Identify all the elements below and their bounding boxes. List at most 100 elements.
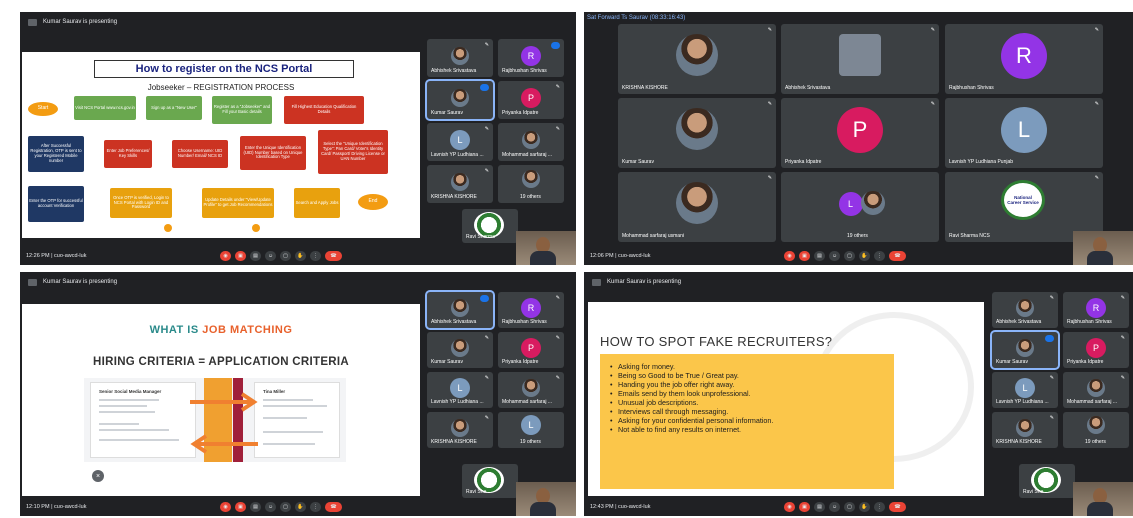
more-options-button[interactable]: ⋮ bbox=[874, 502, 885, 512]
pin-icon[interactable]: ✎ bbox=[1095, 27, 1099, 33]
participant-photo bbox=[522, 169, 540, 188]
camera-off-button[interactable]: ▣ bbox=[235, 502, 246, 512]
end-call-button[interactable]: ☎ bbox=[325, 251, 342, 261]
participant-tile[interactable]: ✎ KRISHNA KISHORE bbox=[427, 412, 493, 448]
pin-icon[interactable]: ✎ bbox=[485, 375, 489, 381]
others-tile[interactable]: L 19 others bbox=[498, 412, 564, 448]
pin-icon[interactable]: ✎ bbox=[1095, 175, 1099, 181]
captions-button[interactable]: ▤ bbox=[814, 251, 825, 261]
participant-tile[interactable]: ✎ Kumar Saurav bbox=[427, 332, 493, 368]
pin-icon[interactable]: ✎ bbox=[1050, 295, 1054, 301]
raise-hand-button[interactable]: ✋ bbox=[859, 251, 870, 261]
raise-hand-button[interactable]: ✋ bbox=[295, 251, 306, 261]
raise-hand-button[interactable]: ✋ bbox=[859, 502, 870, 512]
emoji-button[interactable]: ☺ bbox=[829, 251, 840, 261]
avatar: L bbox=[450, 130, 470, 151]
emoji-button[interactable]: ☺ bbox=[265, 251, 276, 261]
pin-icon[interactable]: ✎ bbox=[485, 168, 489, 174]
end-call-button[interactable]: ☎ bbox=[889, 502, 906, 512]
present-button[interactable]: ▢ bbox=[844, 251, 855, 261]
emoji-button[interactable]: ☺ bbox=[265, 502, 276, 512]
participant-tile[interactable]: Ravi Sha... bbox=[462, 464, 518, 498]
pin-icon[interactable]: ✎ bbox=[768, 101, 772, 107]
pin-icon[interactable]: ✎ bbox=[485, 415, 489, 421]
others-tile[interactable]: 19 others bbox=[1063, 412, 1129, 448]
pin-icon[interactable]: ✎ bbox=[485, 126, 489, 132]
participant-tile[interactable]: R Rajbhushan Shrivas bbox=[498, 39, 564, 77]
emoji-button[interactable]: ☺ bbox=[829, 502, 840, 512]
participant-tile[interactable]: P ✎ Priyanka Idpatre bbox=[498, 332, 564, 368]
participant-tile[interactable]: P ✎ Priyanka Idpatre bbox=[498, 81, 564, 119]
captions-button[interactable]: ▤ bbox=[250, 251, 261, 261]
pin-icon[interactable]: ✎ bbox=[768, 175, 772, 181]
shared-slide: WHAT IS JOB MATCHING HIRING CRITERIA = A… bbox=[22, 304, 420, 496]
mic-off-button[interactable]: ◉ bbox=[220, 502, 231, 512]
participant-tile[interactable]: ✎ Mohammad sarfaraj ... bbox=[498, 123, 564, 161]
pin-icon[interactable]: ✎ bbox=[1121, 295, 1125, 301]
pin-icon[interactable]: ✎ bbox=[556, 295, 560, 301]
captions-button[interactable]: ▤ bbox=[250, 502, 261, 512]
participant-name: Mohammad sarfaraj ... bbox=[502, 399, 553, 405]
participant-tile[interactable]: L ✎ Lavnish YP Ludhiana ... bbox=[427, 372, 493, 408]
participant-tile[interactable]: ✎ KRISHNA KISHORE bbox=[427, 165, 493, 203]
participant-tile[interactable]: Abhishek Srivastava bbox=[425, 290, 495, 330]
pin-icon[interactable]: ✎ bbox=[485, 42, 489, 48]
participant-tile[interactable]: ✎ Abhishek Srivastava bbox=[427, 39, 493, 77]
more-options-button[interactable]: ⋮ bbox=[310, 502, 321, 512]
pin-icon[interactable]: ✎ bbox=[556, 126, 560, 132]
participant-tile[interactable]: L ✎ Lavnish YP Ludhiana Punjab bbox=[945, 98, 1103, 168]
present-button[interactable]: ▢ bbox=[844, 502, 855, 512]
participant-tile[interactable]: P ✎ Priyanka Idpatre bbox=[781, 98, 939, 168]
raise-hand-button[interactable]: ✋ bbox=[295, 502, 306, 512]
participant-photo bbox=[522, 130, 540, 149]
camera-off-button[interactable]: ▣ bbox=[235, 251, 246, 261]
participant-tile[interactable]: ✎ KRISHNA KISHORE bbox=[992, 412, 1058, 448]
pin-icon[interactable]: ✎ bbox=[1121, 335, 1125, 341]
end-call-button[interactable]: ☎ bbox=[325, 502, 342, 512]
pin-icon[interactable]: ✎ bbox=[556, 375, 560, 381]
participant-tile[interactable]: ✎ KRISHNA KISHORE bbox=[618, 24, 776, 94]
pin-icon[interactable]: ✎ bbox=[1095, 101, 1099, 107]
participant-tile[interactable]: Kumar Saurav bbox=[990, 330, 1060, 370]
pin-icon[interactable]: ✎ bbox=[485, 335, 489, 341]
participant-tile[interactable]: ✎ Abhishek Srivastava bbox=[992, 292, 1058, 328]
camera-off-button[interactable]: ▣ bbox=[799, 502, 810, 512]
pin-icon[interactable]: ✎ bbox=[768, 27, 772, 33]
pin-icon[interactable]: ✎ bbox=[556, 84, 560, 90]
end-call-button[interactable]: ☎ bbox=[889, 251, 906, 261]
camera-off-button[interactable]: ▣ bbox=[799, 251, 810, 261]
avatar: R bbox=[521, 298, 541, 319]
others-tile[interactable]: L 19 others bbox=[781, 172, 939, 242]
pin-icon[interactable]: ✎ bbox=[931, 27, 935, 33]
participant-tile[interactable]: Ravi Sha... bbox=[1019, 464, 1075, 498]
captions-button[interactable]: ▤ bbox=[814, 502, 825, 512]
mic-off-button[interactable]: ◉ bbox=[784, 251, 795, 261]
participant-tile[interactable]: ✎ Abhishek Srivastava bbox=[781, 24, 939, 94]
participant-tile[interactable]: ✎ Kumar Saurav bbox=[618, 98, 776, 168]
avatar: R bbox=[1086, 298, 1106, 319]
participant-tile[interactable]: ✎ Mohammad sarfaraj ... bbox=[1063, 372, 1129, 408]
participant-tile[interactable]: L ✎ Lavnish YP Ludhiana ... bbox=[427, 123, 493, 161]
participant-tile[interactable]: Kumar Saurav bbox=[425, 79, 495, 121]
participant-tile[interactable]: ✎ Mohammad sarfaraj ... bbox=[498, 372, 564, 408]
pin-icon[interactable]: ✎ bbox=[931, 101, 935, 107]
participant-tile[interactable]: ✎ Mohammad sarfaraj usmani bbox=[618, 172, 776, 242]
participant-tile[interactable]: L ✎ Lavnish YP Ludhiana ... bbox=[992, 372, 1058, 408]
pin-icon[interactable]: ✎ bbox=[1050, 415, 1054, 421]
participant-tile[interactable]: P ✎ Priyanka Idpatre bbox=[1063, 332, 1129, 368]
mic-off-button[interactable]: ◉ bbox=[784, 502, 795, 512]
close-icon[interactable]: × bbox=[92, 470, 104, 482]
participant-tile[interactable]: R ✎ Rajbhushan Shrivas bbox=[1063, 292, 1129, 328]
participant-tile[interactable]: Ravi Sharma bbox=[462, 209, 518, 243]
pin-icon[interactable]: ✎ bbox=[556, 335, 560, 341]
participant-tile[interactable]: R ✎ Rajbhushan Shrivas bbox=[498, 292, 564, 328]
pin-icon[interactable]: ✎ bbox=[1121, 375, 1125, 381]
others-tile[interactable]: 19 others bbox=[498, 165, 564, 203]
pin-icon[interactable]: ✎ bbox=[1050, 375, 1054, 381]
present-button[interactable]: ▢ bbox=[280, 502, 291, 512]
more-options-button[interactable]: ⋮ bbox=[874, 251, 885, 261]
participant-tile[interactable]: R ✎ Rajbhushan Shrivas bbox=[945, 24, 1103, 94]
more-options-button[interactable]: ⋮ bbox=[310, 251, 321, 261]
present-button[interactable]: ▢ bbox=[280, 251, 291, 261]
mic-off-button[interactable]: ◉ bbox=[220, 251, 231, 261]
